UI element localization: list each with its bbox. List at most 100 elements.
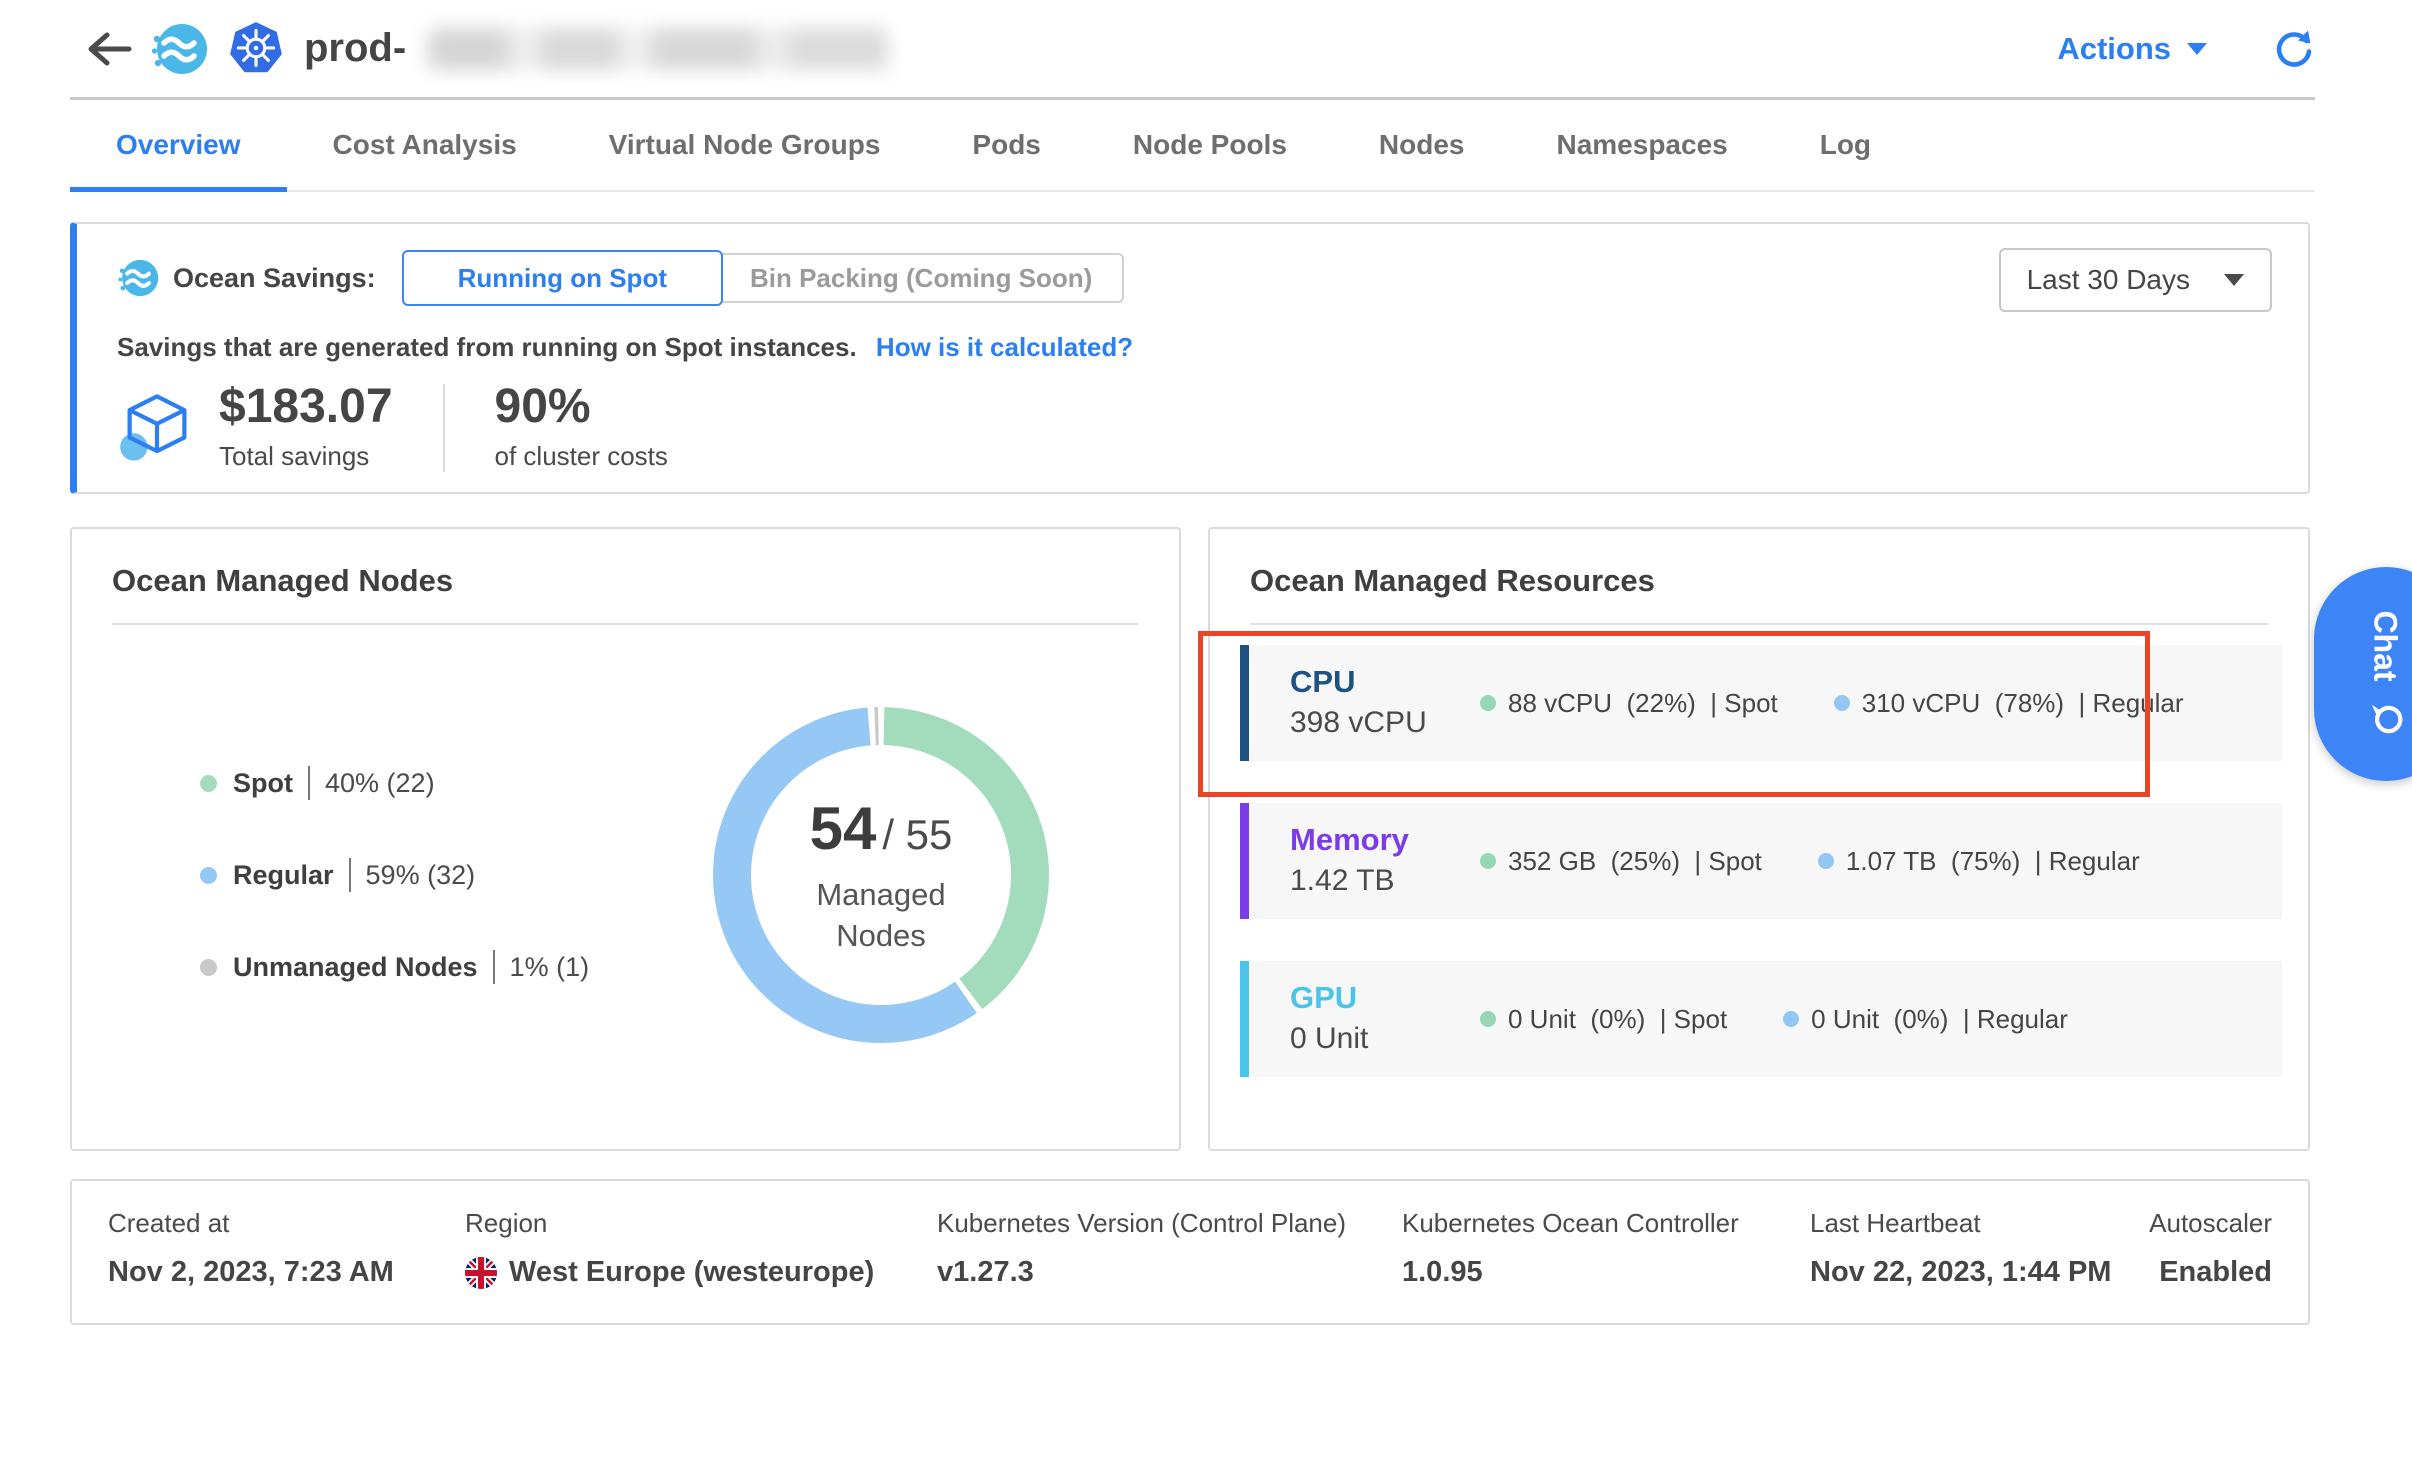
stats-divider <box>443 384 445 472</box>
savings-stats-row: $183.07 Total savings 90% of cluster cos… <box>117 383 2270 472</box>
tab-bar: Overview Cost Analysis Virtual Node Grou… <box>70 100 2315 192</box>
regular-dot <box>1818 853 1834 869</box>
ocean-cluster-overview-page: prod- Actions Overview Cost Analysis Vir… <box>0 0 2412 1478</box>
k8s-version-label: Kubernetes Version (Control Plane) <box>937 1208 1402 1239</box>
cpu-regular-stat: 310 vCPU (78%) | Regular <box>1834 688 2184 719</box>
region-label: Region <box>465 1208 937 1239</box>
tab-overview[interactable]: Overview <box>70 100 287 190</box>
donut-label: Managed Nodes <box>771 875 991 956</box>
ocean-savings-icon <box>117 257 159 299</box>
kubernetes-logo-icon <box>226 19 286 79</box>
created-at-value: Nov 2, 2023, 7:23 AM <box>108 1256 465 1289</box>
savings-toggle-group: Running on Spot Bin Packing (Coming Soon… <box>402 250 1125 306</box>
legend-label: Regular <box>233 860 334 891</box>
legend-item-spot[interactable]: Spot 40% (22) <box>200 766 589 800</box>
cluster-title-redacted <box>428 28 888 70</box>
savings-description: Savings that are generated from running … <box>117 332 2270 363</box>
spot-dot <box>1480 853 1496 869</box>
legend-value: 1% (1) <box>510 952 590 983</box>
total-savings-value: $183.07 <box>219 383 393 431</box>
legend-separator <box>349 858 351 892</box>
total-count: / 55 <box>882 811 952 859</box>
autoscaler-label: Autoscaler <box>2149 1208 2272 1239</box>
chat-label: Chat <box>2367 610 2404 681</box>
cluster-cost-percent-stat: 90% of cluster costs <box>495 383 668 472</box>
uk-flag-icon <box>465 1257 497 1289</box>
tab-cost-analysis[interactable]: Cost Analysis <box>287 100 563 190</box>
resource-total: 0 Unit <box>1290 1022 1480 1056</box>
spot-dot <box>1480 1011 1496 1027</box>
region-field: Region West Europe (westeurope) <box>465 1208 937 1296</box>
managed-nodes-donut: 54 / 55 Managed Nodes <box>701 695 1061 1055</box>
legend-label: Spot <box>233 768 293 799</box>
ocean-logo-icon <box>150 20 208 78</box>
k8s-version-value: v1.27.3 <box>937 1256 1402 1289</box>
refresh-button[interactable] <box>2273 28 2315 70</box>
back-button[interactable] <box>84 28 132 70</box>
gpu-accent-bar <box>1240 961 1249 1077</box>
cpu-spot-text: 88 vCPU (22%) | Spot <box>1508 688 1778 719</box>
cluster-cost-percent-value: 90% <box>495 383 668 431</box>
savings-label: Ocean Savings: <box>173 263 376 294</box>
regular-dot <box>200 867 217 884</box>
legend-label: Unmanaged Nodes <box>233 952 478 983</box>
actions-label: Actions <box>2057 31 2171 67</box>
tab-pods[interactable]: Pods <box>926 100 1086 190</box>
chat-button-content: Chat <box>2367 610 2405 737</box>
resource-row-gpu: GPU 0 Unit 0 Unit (0%) | Spot 0 Unit (0%… <box>1240 961 2282 1077</box>
region-value: West Europe (westeurope) <box>509 1256 874 1289</box>
created-at-label: Created at <box>108 1208 465 1239</box>
running-on-spot-button[interactable]: Running on Spot <box>402 250 723 306</box>
last-heartbeat-value: Nov 22, 2023, 1:44 PM <box>1810 1256 2149 1289</box>
cluster-info-bar: Created at Nov 2, 2023, 7:23 AM Region W… <box>70 1179 2310 1325</box>
region-value-row: West Europe (westeurope) <box>465 1256 937 1289</box>
gpu-regular-text: 0 Unit (0%) | Regular <box>1811 1004 2068 1035</box>
tab-log[interactable]: Log <box>1774 100 1917 190</box>
legend-item-unmanaged[interactable]: Unmanaged Nodes 1% (1) <box>200 950 589 984</box>
resource-total: 1.42 TB <box>1290 864 1480 898</box>
gpu-spot-text: 0 Unit (0%) | Spot <box>1508 1004 1727 1035</box>
tab-namespaces[interactable]: Namespaces <box>1510 100 1773 190</box>
donut-count: 54 / 55 <box>810 794 953 863</box>
savings-cube-icon <box>117 388 197 468</box>
ocean-controller-value: 1.0.95 <box>1402 1256 1810 1289</box>
chevron-down-icon <box>2187 43 2207 55</box>
back-arrow-icon <box>84 28 132 70</box>
savings-description-text: Savings that are generated from running … <box>117 332 857 362</box>
managed-nodes-body: Spot 40% (22) Regular 59% (32) Unmanaged… <box>72 625 1179 1125</box>
chat-button[interactable]: Chat <box>2314 567 2412 781</box>
actions-button[interactable]: Actions <box>2057 31 2207 67</box>
managed-resources-body: CPU 398 vCPU 88 vCPU (22%) | Spot 310 vC… <box>1210 625 2308 1077</box>
managed-nodes-card: Ocean Managed Nodes Spot 40% (22) Regula… <box>70 527 1181 1151</box>
memory-regular-text: 1.07 TB (75%) | Regular <box>1846 846 2140 877</box>
autoscaler-field: Autoscaler Enabled <box>2149 1208 2272 1296</box>
legend-item-regular[interactable]: Regular 59% (32) <box>200 858 589 892</box>
regular-dot <box>1783 1011 1799 1027</box>
how-calculated-link[interactable]: How is it calculated? <box>876 332 1133 362</box>
period-dropdown-value: Last 30 Days <box>2027 264 2190 296</box>
resource-row-memory: Memory 1.42 TB 352 GB (25%) | Spot 1.07 … <box>1240 803 2282 919</box>
tab-node-pools[interactable]: Node Pools <box>1087 100 1333 190</box>
memory-spot-text: 352 GB (25%) | Spot <box>1508 846 1762 877</box>
unmanaged-dot <box>200 959 217 976</box>
nodes-legend: Spot 40% (22) Regular 59% (32) Unmanaged… <box>200 766 589 984</box>
memory-accent-bar <box>1240 803 1249 919</box>
ocean-controller-label: Kubernetes Ocean Controller <box>1402 1208 1810 1239</box>
total-savings-label: Total savings <box>219 441 393 472</box>
spot-dot <box>1480 695 1496 711</box>
tab-virtual-node-groups[interactable]: Virtual Node Groups <box>563 100 927 190</box>
top-bar: prod- Actions <box>70 0 2315 100</box>
regular-dot <box>1834 695 1850 711</box>
cpu-accent-bar <box>1240 645 1249 761</box>
refresh-icon <box>2273 28 2315 70</box>
bin-packing-button[interactable]: Bin Packing (Coming Soon) <box>720 253 1124 303</box>
resource-total: 398 vCPU <box>1290 706 1480 740</box>
cpu-spot-stat: 88 vCPU (22%) | Spot <box>1480 688 1778 719</box>
k8s-version-field: Kubernetes Version (Control Plane) v1.27… <box>937 1208 1402 1296</box>
autoscaler-status: Enabled <box>2159 1256 2272 1289</box>
period-dropdown[interactable]: Last 30 Days <box>1999 248 2272 312</box>
managed-resources-card: Ocean Managed Resources CPU 398 vCPU 88 … <box>1208 527 2310 1151</box>
resource-name: Memory <box>1290 824 1480 857</box>
ocean-controller-field: Kubernetes Ocean Controller 1.0.95 <box>1402 1208 1810 1296</box>
tab-nodes[interactable]: Nodes <box>1333 100 1511 190</box>
